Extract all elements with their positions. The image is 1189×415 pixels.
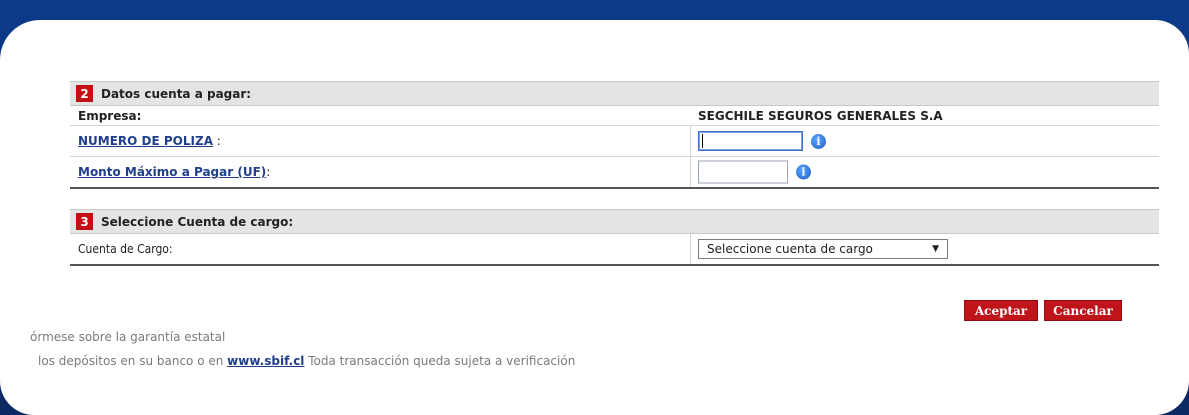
numero-poliza-field-wrap: i — [698, 131, 826, 151]
column-divider — [690, 126, 691, 156]
empresa-name: SEGCHILE SEGUROS GENERALES S.A — [698, 108, 943, 123]
footer-text-after: Toda transacción queda sujeta a verifica… — [304, 354, 576, 368]
row-numero-poliza: NUMERO DE POLIZA : i — [70, 126, 1159, 157]
numero-poliza-link[interactable]: NUMERO DE POLIZA — [78, 134, 213, 148]
main-panel: 2 Datos cuenta a pagar: Empresa: SEGCHIL… — [0, 20, 1189, 415]
monto-maximo-field-wrap: i — [698, 160, 811, 184]
footer-line-2: los depósitos en su banco o en www.sbif.… — [38, 354, 575, 368]
cuenta-cargo-select[interactable]: Seleccione cuenta de cargo ▼ — [698, 239, 948, 259]
empresa-value: SEGCHILE SEGUROS GENERALES S.A — [698, 109, 943, 123]
section-datos-cuenta: 2 Datos cuenta a pagar: Empresa: SEGCHIL… — [70, 81, 1159, 189]
label-suffix: : — [266, 165, 271, 179]
row-cuenta-cargo: Cuenta de Cargo: Seleccione cuenta de ca… — [70, 234, 1159, 264]
chevron-down-icon: ▼ — [932, 244, 939, 254]
empresa-label: Empresa: — [78, 108, 142, 123]
section-number-badge: 2 — [76, 85, 93, 102]
numero-poliza-input[interactable] — [698, 131, 803, 151]
info-icon[interactable]: i — [796, 164, 811, 180]
row-empresa: Empresa: SEGCHILE SEGUROS GENERALES S.A — [70, 106, 1159, 126]
section-header: 2 Datos cuenta a pagar: — [70, 82, 1159, 106]
accept-button[interactable]: Aceptar — [964, 300, 1038, 321]
section-number-badge: 3 — [76, 213, 93, 230]
column-divider — [690, 234, 691, 264]
monto-maximo-label: Monto Máximo a Pagar (UF): — [78, 165, 270, 179]
sbif-link[interactable]: www.sbif.cl — [227, 354, 304, 368]
footer-text-before: los depósitos en su banco o en — [38, 354, 228, 368]
text-caret — [702, 134, 703, 148]
select-value: Seleccione cuenta de cargo — [707, 242, 873, 256]
section-title: Datos cuenta a pagar: — [101, 86, 252, 101]
row-monto-maximo: Monto Máximo a Pagar (UF): i — [70, 157, 1159, 187]
label-suffix: : — [212, 134, 221, 148]
numero-poliza-label: NUMERO DE POLIZA : — [78, 134, 221, 148]
cuenta-cargo-field-wrap: Seleccione cuenta de cargo ▼ — [698, 239, 948, 259]
section-cuenta-cargo: 3 Seleccione Cuenta de cargo: Cuenta de … — [70, 209, 1159, 266]
footer-line-1: órmese sobre la garantía estatal — [30, 330, 226, 344]
monto-maximo-link[interactable]: Monto Máximo a Pagar (UF) — [78, 165, 266, 179]
cuenta-cargo-label: Cuenta de Cargo: — [78, 242, 173, 256]
info-icon[interactable]: i — [811, 133, 826, 149]
cancel-button[interactable]: Cancelar — [1044, 300, 1122, 321]
monto-maximo-input[interactable] — [698, 160, 788, 184]
section-title: Seleccione Cuenta de cargo: — [101, 214, 294, 229]
section-header: 3 Seleccione Cuenta de cargo: — [70, 210, 1159, 234]
column-divider — [690, 157, 691, 187]
